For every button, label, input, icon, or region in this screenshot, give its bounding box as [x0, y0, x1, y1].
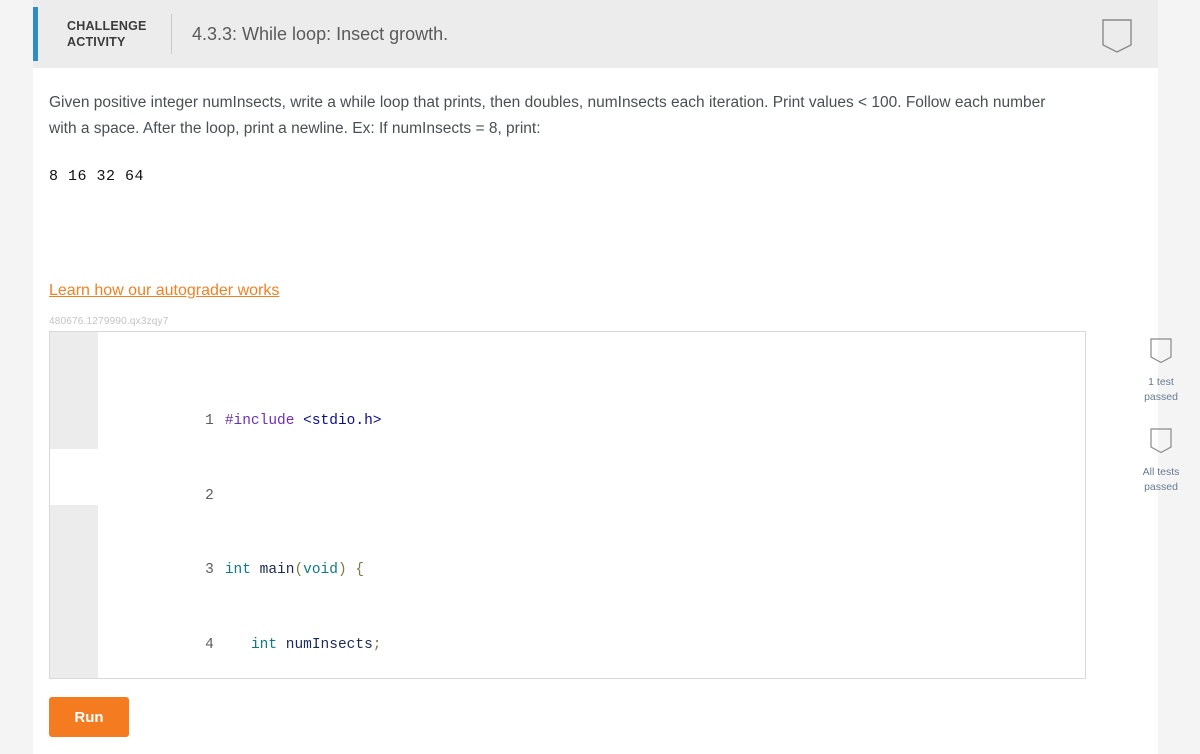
page-title: 4.3.3: While loop: Insect growth. [192, 23, 449, 44]
editor-row: 1 #include <stdio.h> 2 3 int main(void) { … [49, 331, 1179, 679]
activity-header: CHALLENGE ACTIVITY 4.3.3: While loop: In… [33, 0, 1158, 68]
run-button[interactable]: Run [49, 697, 129, 737]
code-content[interactable]: 1 #include <stdio.h> 2 3 int main(void) { … [50, 332, 1085, 678]
page-root: CHALLENGE ACTIVITY 4.3.3: While loop: In… [0, 0, 1200, 754]
line-source [220, 488, 225, 504]
test-result-label-line1: 1 test [1148, 376, 1174, 388]
problem-statement: Given positive integer numInsects, write… [49, 94, 1046, 137]
line-source: #include <stdio.h> [224, 412, 382, 429]
line-number: 3 [205, 562, 214, 579]
line-number: 4 [205, 637, 214, 654]
test-result-label-line1: All tests [1142, 466, 1180, 478]
test-result-item[interactable]: All tests passed [1118, 427, 1200, 495]
test-results-rail: 1 test passed All tests passed [1118, 331, 1200, 517]
challenge-activity-card: CHALLENGE ACTIVITY 4.3.3: While loop: In… [33, 0, 1179, 754]
activity-id: 480676.1279990.qx3zqy7 [49, 316, 169, 327]
header-accent-bar [33, 7, 38, 61]
activity-kicker-line2: ACTIVITY [67, 35, 126, 49]
banner-shield-icon [1148, 338, 1174, 369]
test-result-label-line2: passed [1144, 391, 1178, 403]
code-line[interactable]: 4 int numInsects; [50, 618, 1085, 653]
banner-shield-icon [1098, 17, 1136, 55]
test-result-label: 1 test passed [1118, 375, 1200, 405]
autograder-link[interactable]: Learn how our autograder works [49, 282, 279, 300]
header-divider [171, 14, 172, 54]
activity-kicker: CHALLENGE ACTIVITY [67, 18, 159, 50]
banner-shield-icon [1148, 428, 1174, 459]
activity-kicker-line1: CHALLENGE [67, 19, 147, 33]
test-result-item[interactable]: 1 test passed [1118, 337, 1200, 405]
code-line[interactable]: 3 int main(void) { [50, 543, 1085, 578]
code-line[interactable]: 2 [50, 468, 1085, 504]
test-result-label-line2: passed [1144, 481, 1178, 493]
sample-output: 8 16 32 64 [49, 168, 145, 185]
code-editor[interactable]: 1 #include <stdio.h> 2 3 int main(void) { … [49, 331, 1086, 679]
activity-body: Given positive integer numInsects, write… [33, 68, 1179, 737]
code-line[interactable]: 1 #include <stdio.h> [50, 393, 1085, 429]
line-number: 1 [205, 412, 214, 429]
line-source: int main(void) { [224, 562, 365, 579]
line-source: int numInsects; [250, 637, 382, 654]
test-result-label: All tests passed [1118, 465, 1200, 495]
line-number: 2 [205, 487, 214, 504]
